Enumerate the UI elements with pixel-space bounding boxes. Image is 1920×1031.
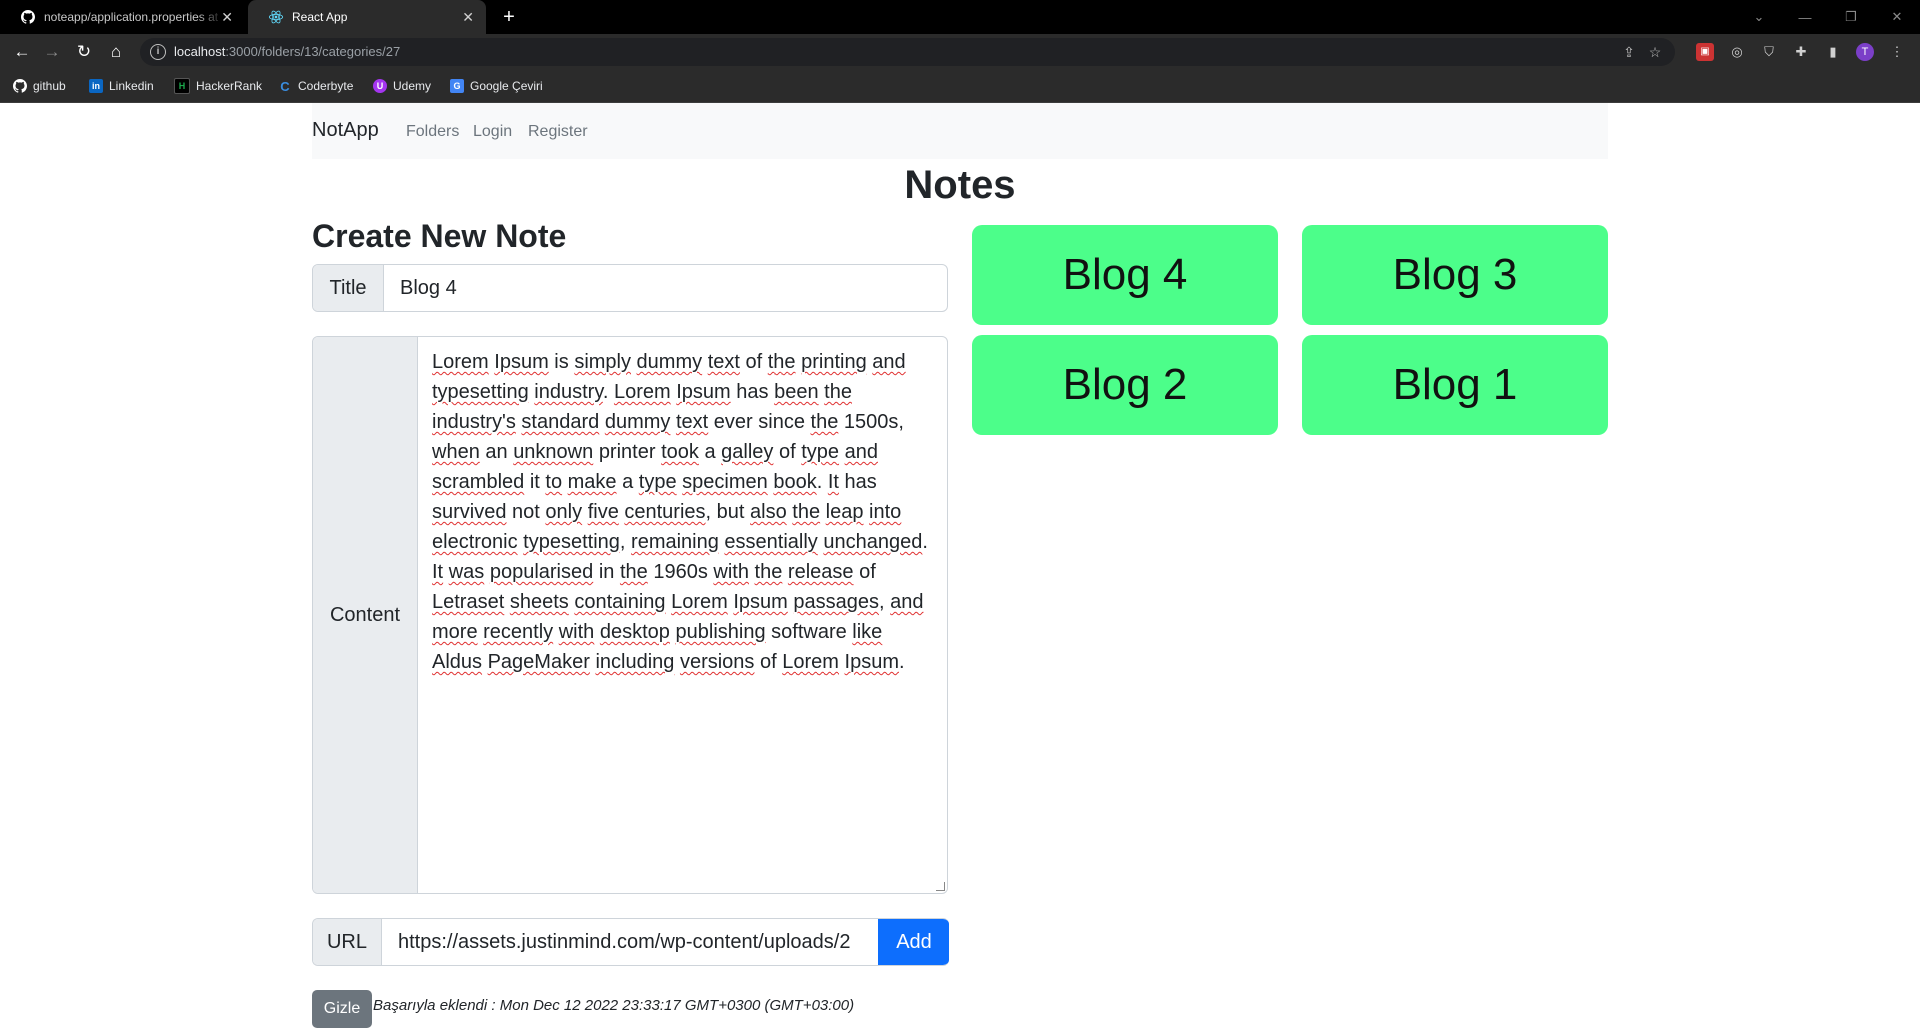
browser-tabstrip: noteapp/application.properties at ✕ Reac…	[0, 0, 1920, 34]
home-icon[interactable]: ⌂	[106, 42, 126, 62]
title-input-group: Title Blog 4	[312, 264, 948, 312]
add-button[interactable]: Add	[878, 919, 949, 965]
url-path: :3000/folders/13/categories/27	[225, 44, 401, 59]
bookmark-github[interactable]: github	[13, 78, 66, 94]
github-icon	[20, 9, 36, 25]
navbar-brand[interactable]: NotApp	[312, 119, 379, 142]
title-input[interactable]: Blog 4	[384, 265, 947, 311]
close-window-icon[interactable]: ✕	[1874, 0, 1920, 34]
minimize-icon[interactable]: —	[1782, 0, 1828, 34]
page-content: NotApp Folders Login Register Notes Crea…	[0, 103, 1920, 1031]
address-url[interactable]: localhost:3000/folders/13/categories/27	[174, 44, 400, 59]
url-input-group: URL https://assets.justinmind.com/wp-con…	[312, 918, 949, 966]
tab-github[interactable]: noteapp/application.properties at ✕	[0, 0, 245, 34]
bookmark-hackerrank[interactable]: H HackerRank	[174, 78, 262, 94]
bookmark-label: Udemy	[393, 79, 432, 93]
bookmark-label: github	[33, 79, 66, 93]
nav-link-register[interactable]: Register	[528, 123, 588, 141]
bookmark-star-icon[interactable]: ☆	[1647, 44, 1663, 60]
back-icon[interactable]: ←	[12, 42, 32, 62]
bookmark-label: Coderbyte	[298, 79, 354, 93]
extensions-puzzle-icon[interactable]: ✚	[1792, 43, 1810, 61]
bookmark-linkedin[interactable]: in Linkedin	[89, 78, 154, 94]
note-card[interactable]: Blog 2	[972, 335, 1278, 435]
bookmark-coderbyte[interactable]: C Coderbyte	[278, 78, 353, 94]
url-host: localhost	[174, 44, 226, 59]
app-navbar: NotApp Folders Login Register	[312, 103, 1608, 159]
browser-toolbar: ← → ↻ ⌂ i localhost:3000/folders/13/cate…	[0, 34, 1920, 70]
tab-search-icon[interactable]: ⌄	[1736, 0, 1782, 34]
close-tab-icon[interactable]: ✕	[221, 9, 233, 25]
create-note-form: Create New Note Title Blog 4 Content Lor…	[312, 215, 949, 1028]
status-row: Gizle Başarıyla eklendi : Mon Dec 12 202…	[312, 990, 854, 1028]
side-panel-icon[interactable]: ▮	[1824, 43, 1842, 61]
linkedin-icon: in	[89, 79, 103, 93]
nav-link-folders[interactable]: Folders	[406, 123, 459, 141]
reload-icon[interactable]: ↻	[74, 42, 94, 62]
extension-target-icon[interactable]: ◎	[1728, 43, 1746, 61]
new-tab-button[interactable]: +	[498, 6, 520, 28]
coderbyte-icon: C	[280, 78, 290, 94]
note-card[interactable]: Blog 3	[1302, 225, 1608, 325]
tab-title: React App	[292, 10, 348, 24]
profile-avatar[interactable]: T	[1856, 43, 1874, 61]
nav-link-login[interactable]: Login	[473, 123, 512, 141]
hackerrank-icon: H	[174, 78, 190, 94]
bookmark-udemy[interactable]: U Udemy	[373, 78, 431, 94]
shield-icon[interactable]: ⛉	[1760, 43, 1778, 61]
github-icon	[13, 79, 27, 93]
url-label: URL	[313, 919, 382, 965]
resize-handle[interactable]	[936, 882, 945, 891]
share-icon[interactable]: ⇪	[1621, 44, 1637, 60]
address-bar[interactable]: i localhost:3000/folders/13/categories/2…	[140, 38, 1675, 66]
status-message: Başarıyla eklendi : Mon Dec 12 2022 23:3…	[373, 997, 855, 1014]
close-tab-icon[interactable]: ✕	[462, 9, 474, 25]
tab-title: noteapp/application.properties at	[44, 10, 219, 24]
react-icon	[268, 9, 284, 25]
content-textarea[interactable]: Lorem Ipsum is simply dummy text of the …	[418, 337, 947, 893]
window-controls: ⌄ — ❐ ✕	[1736, 0, 1920, 34]
bookmark-label: HackerRank	[196, 79, 263, 93]
tab-react-app[interactable]: React App ✕	[248, 0, 486, 34]
page-title: Notes	[904, 163, 1016, 207]
bookmark-google-translate[interactable]: G Google Çeviri	[450, 78, 543, 94]
note-card[interactable]: Blog 1	[1302, 335, 1608, 435]
restore-icon[interactable]: ❐	[1828, 0, 1874, 34]
menu-kebab-icon[interactable]: ⋮	[1888, 43, 1906, 61]
google-translate-icon: G	[450, 79, 464, 93]
content-label: Content	[313, 337, 418, 893]
hide-button[interactable]: Gizle	[312, 990, 372, 1028]
bookmarks-bar: github in Linkedin H HackerRank C Coderb…	[0, 70, 1920, 103]
form-heading: Create New Note	[312, 218, 567, 254]
title-label: Title	[313, 265, 384, 311]
content-input-group: Content Lorem Ipsum is simply dummy text…	[312, 336, 948, 894]
bookmark-label: Linkedin	[109, 79, 154, 93]
forward-icon[interactable]: →	[42, 42, 62, 62]
content-text: Lorem Ipsum is simply dummy text of the …	[432, 351, 928, 673]
note-card[interactable]: Blog 4	[972, 225, 1278, 325]
url-input[interactable]: https://assets.justinmind.com/wp-content…	[382, 919, 878, 965]
extension-icon[interactable]: ▣	[1696, 43, 1714, 61]
site-info-icon[interactable]: i	[150, 44, 166, 60]
bookmark-label: Google Çeviri	[470, 79, 543, 93]
udemy-icon: U	[373, 79, 387, 93]
